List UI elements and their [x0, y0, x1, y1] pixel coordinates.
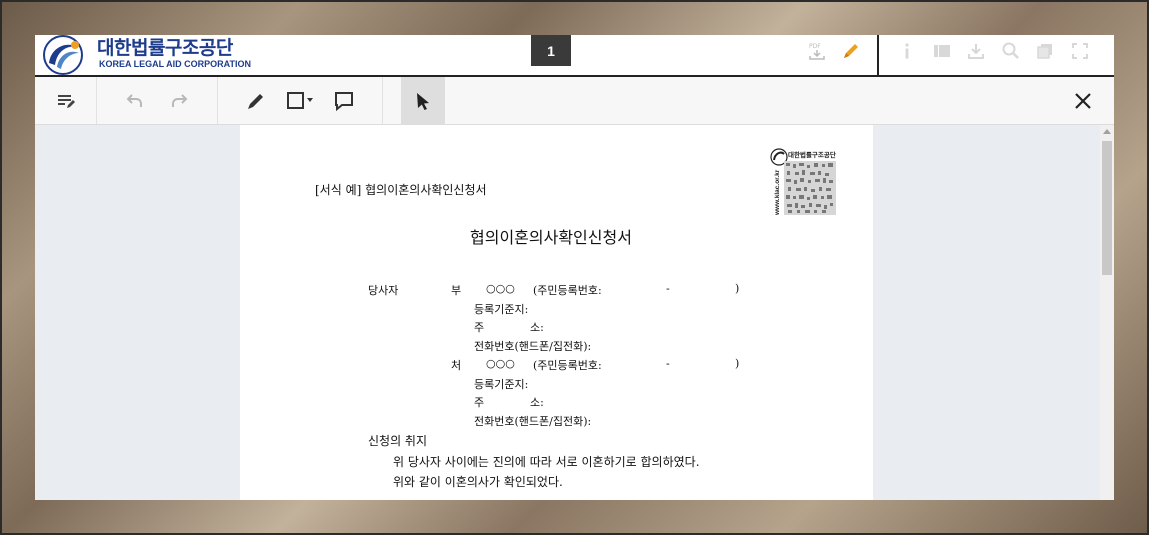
brand-korean-name: 대한법률구조공단	[97, 37, 233, 59]
husband-id-dash: -	[666, 282, 670, 295]
redo-button[interactable]	[161, 77, 197, 124]
rectangle-dropdown-icon	[287, 91, 313, 109]
toolbar-divider	[96, 77, 97, 124]
pen-tool-button[interactable]	[238, 77, 274, 124]
party-label: 당사자	[368, 284, 399, 297]
document-viewport[interactable]: 대한법률구조공단 www.klac.or.kr [서식 예] 협의이혼의사확인신…	[35, 125, 1114, 500]
fullscreen-icon[interactable]	[1068, 39, 1092, 63]
vertical-scrollbar[interactable]	[1100, 125, 1114, 500]
form-label: [서식 예] 협의이혼의사확인신청서	[315, 183, 487, 197]
document-page: 대한법률구조공단 www.klac.or.kr [서식 예] 협의이혼의사확인신…	[240, 125, 873, 500]
husband-role: 부	[451, 284, 462, 297]
comment-icon	[335, 91, 353, 111]
pen-icon	[248, 93, 263, 109]
wife-address-b: 소:	[530, 396, 544, 409]
qr-url: www.klac.or.kr	[774, 169, 781, 216]
husband-id-label: (주민등록번호:	[533, 284, 602, 297]
husband-phone: 전화번호(핸드폰/집전화):	[474, 340, 592, 353]
purpose-heading: 신청의 취지	[368, 434, 428, 448]
klac-logo-icon	[43, 35, 83, 75]
husband-address-b: 소:	[530, 321, 544, 334]
annotation-list-button[interactable]	[35, 77, 96, 124]
toolbar-divider	[217, 77, 218, 124]
sidebar-toggle-icon[interactable]	[930, 39, 954, 63]
wife-id-dash: -	[666, 357, 670, 370]
comment-tool-button[interactable]	[326, 77, 362, 124]
purpose-line-1: 위 당사자 사이에는 진의에 따라 서로 이혼하기로 합의하였다.	[393, 455, 700, 469]
wife-role: 처	[451, 359, 462, 372]
wife-registry: 등록기준지:	[474, 378, 529, 391]
wife-name: ○○○	[486, 357, 515, 370]
undo-button[interactable]	[117, 77, 153, 124]
document-title: 협의이혼의사확인신청서	[470, 228, 632, 247]
copy-pages-icon[interactable]	[1033, 39, 1057, 63]
download-icon[interactable]	[964, 39, 988, 63]
husband-name: ○○○	[486, 282, 515, 295]
undo-icon	[126, 93, 142, 107]
redo-icon	[172, 93, 188, 107]
scroll-up-arrow-icon[interactable]	[1103, 129, 1111, 134]
annotate-pencil-icon[interactable]	[839, 39, 863, 63]
scrollbar-thumb[interactable]	[1102, 141, 1112, 275]
search-icon[interactable]	[999, 39, 1023, 63]
husband-address-a: 주	[474, 321, 485, 334]
list-edit-icon	[57, 94, 75, 108]
wife-id-label: (주민등록번호:	[533, 359, 602, 372]
annotation-toolbar	[35, 77, 1114, 125]
husband-registry: 등록기준지:	[474, 303, 529, 316]
close-icon	[1075, 92, 1091, 109]
toolbar-divider	[382, 77, 383, 124]
header-divider	[877, 35, 879, 75]
husband-id-close: )	[735, 282, 740, 295]
pdf-badge-text: PDF	[809, 43, 821, 50]
info-icon[interactable]	[895, 39, 919, 63]
wife-phone: 전화번호(핸드폰/집전화):	[474, 415, 592, 428]
close-toolbar-button[interactable]	[1065, 77, 1101, 124]
page-number-indicator[interactable]: 1	[531, 35, 571, 66]
pdf-viewer: 대한법률구조공단 KOREA LEGAL AID CORPORATION 1 P…	[35, 35, 1114, 500]
wife-address-a: 주	[474, 396, 485, 409]
qr-label: 대한법률구조공단	[788, 150, 836, 159]
qr-code-stamp: 대한법률구조공단 www.klac.or.kr	[770, 147, 840, 217]
viewer-header: 대한법률구조공단 KOREA LEGAL AID CORPORATION 1 P…	[35, 35, 1114, 77]
cursor-arrow-icon	[417, 92, 429, 110]
wife-id-close: )	[735, 357, 740, 370]
select-tool-button[interactable]	[401, 77, 445, 124]
brand-english-name: KOREA LEGAL AID CORPORATION	[99, 59, 252, 69]
purpose-line-2: 위와 같이 이혼의사가 확인되었다.	[393, 475, 563, 489]
shape-tool-button[interactable]	[282, 77, 318, 124]
pdf-download-icon[interactable]: PDF	[805, 39, 829, 63]
